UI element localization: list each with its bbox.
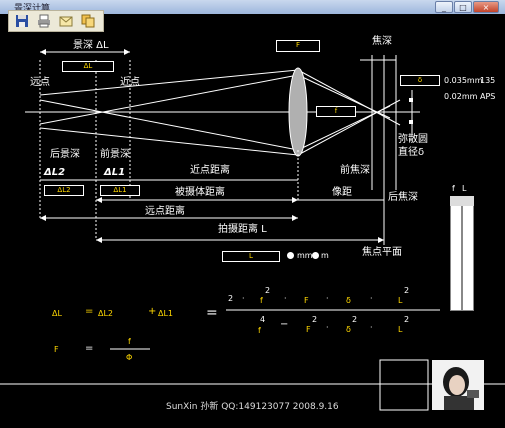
coc-option-2-format[interactable]: APS — [480, 93, 495, 101]
formula-num-dot4: · — [370, 294, 373, 303]
save-icon[interactable] — [13, 13, 31, 29]
formula-num-dot3: · — [326, 294, 329, 303]
coc-label-2: 直径δ — [398, 147, 425, 158]
lens-shape — [288, 67, 308, 157]
formula-num-exp2: 2 — [404, 286, 410, 295]
formula-F-lhs: F — [54, 345, 59, 354]
image-dist-label: 像距 — [332, 187, 352, 198]
dl1-label: ΔL1 — [104, 167, 126, 178]
formula-f-num: f — [128, 337, 131, 346]
formula-den-exp1: 2 — [312, 315, 318, 324]
formula-den-L: L — [398, 325, 403, 334]
unit-m-radio[interactable] — [312, 252, 319, 259]
formula-dl1: ΔL1 — [158, 309, 174, 318]
formula-den-exp3: 2 — [404, 315, 410, 324]
scroll-up-buttons[interactable] — [450, 196, 474, 206]
arrow-head — [292, 197, 298, 203]
near-dist-label: 近点距离 — [190, 165, 230, 176]
f-field[interactable]: f — [316, 106, 356, 117]
scroll-label-f: f — [452, 184, 455, 193]
f-scrollbar[interactable] — [450, 196, 462, 311]
dl2-field[interactable]: ΔL2 — [44, 185, 84, 196]
rear-dof-label: 后景深 — [50, 149, 80, 160]
dl1-field[interactable]: ΔL1 — [100, 185, 140, 196]
subject-dist-label: 被摄体距离 — [175, 187, 225, 198]
formula-num-delta: δ — [346, 296, 351, 305]
formula-den-f: f — [258, 326, 261, 335]
footer-credit: SunXin 孙新 QQ:149123077 2008.9.16 — [166, 402, 339, 412]
l-scrollbar[interactable] — [462, 196, 474, 311]
author-photo — [432, 360, 484, 410]
F-field[interactable]: F — [276, 40, 320, 52]
arrow-head — [96, 197, 102, 203]
formula-eq3: = — [85, 343, 94, 354]
app-window: 景深 ΔL 远点 近点 焦深 后景深 前景深 近点距离 前焦深 弥散圆 直径δ … — [0, 0, 505, 428]
maximize-button[interactable]: □ — [454, 1, 472, 13]
formula-num-F: F — [304, 296, 309, 305]
coc-option-2-value[interactable]: 0.02mm — [444, 93, 477, 101]
coc-marker — [409, 120, 413, 124]
L-field[interactable]: L — [222, 251, 280, 262]
blank-panel — [379, 359, 429, 411]
coc-marker — [409, 98, 413, 102]
arrow-head — [40, 49, 46, 55]
formula-den-delta: δ — [346, 325, 351, 334]
minimize-button[interactable]: _ — [435, 1, 453, 13]
far-point-label: 远点 — [30, 77, 50, 88]
formula-plus: + — [148, 306, 157, 317]
print-icon[interactable] — [35, 13, 53, 29]
ray-line — [39, 99, 299, 151]
dl-field[interactable]: ΔL — [62, 61, 114, 72]
shooting-dist-label: 拍摄距离 L — [218, 224, 267, 235]
scroll-label-l: L — [462, 184, 467, 193]
formula-den-F: F — [306, 325, 311, 334]
front-focal-depth-label: 前焦深 — [340, 165, 370, 176]
arrow-head — [40, 215, 46, 221]
formula-den-dot2: · — [370, 323, 373, 332]
formula-dl: ΔL — [52, 309, 62, 318]
formula-num-L: L — [398, 296, 403, 305]
far-dist-label: 远点距离 — [145, 206, 185, 217]
coc-label-1: 弥散圆 — [398, 134, 428, 145]
toolbar — [8, 10, 104, 32]
formula-den-exp2: 2 — [352, 315, 358, 324]
mail-icon[interactable] — [57, 13, 75, 29]
formula-num-dot2: · — [284, 294, 287, 303]
arrow-head — [292, 215, 298, 221]
formula-num-dot: · — [242, 294, 245, 303]
dof-label: 景深 ΔL — [73, 40, 109, 51]
formula-den-minus: − — [280, 319, 289, 330]
formula-phi: Φ — [126, 353, 133, 362]
arrow-head — [378, 237, 384, 243]
formula-den-dot: · — [326, 323, 329, 332]
formula-eq1: = — [85, 306, 94, 317]
close-button[interactable]: × — [473, 1, 499, 13]
coc-field[interactable]: δ — [400, 75, 440, 86]
arrow-head — [96, 237, 102, 243]
window-controls: _ □ × — [435, 1, 499, 13]
formula-eq2: = — [206, 305, 218, 321]
formula-dl2: ΔL2 — [98, 309, 114, 318]
focal-depth-label: 焦深 — [372, 36, 392, 47]
unit-m-label: m — [321, 251, 329, 260]
rear-focal-depth-label: 后焦深 — [388, 192, 418, 203]
near-point-label: 近点 — [120, 77, 140, 88]
unit-mm-radio[interactable] — [287, 252, 294, 259]
formula-den-4: 4 — [260, 315, 266, 324]
coc-option-1-format[interactable]: 135 — [480, 77, 495, 85]
unit-mm-label: mm — [297, 251, 313, 260]
dl2-label: ΔL2 — [44, 167, 66, 178]
formula-num-exp: 2 — [265, 286, 271, 295]
focal-plane-label: 焦点平面 — [362, 247, 402, 258]
coc-option-1-value[interactable]: 0.035mm — [444, 77, 483, 85]
copy-icon[interactable] — [79, 13, 97, 29]
front-dof-label: 前景深 — [100, 149, 130, 160]
arrow-head — [124, 49, 130, 55]
formula-num-f: f — [260, 296, 263, 305]
formula-num-2: 2 — [228, 294, 234, 303]
